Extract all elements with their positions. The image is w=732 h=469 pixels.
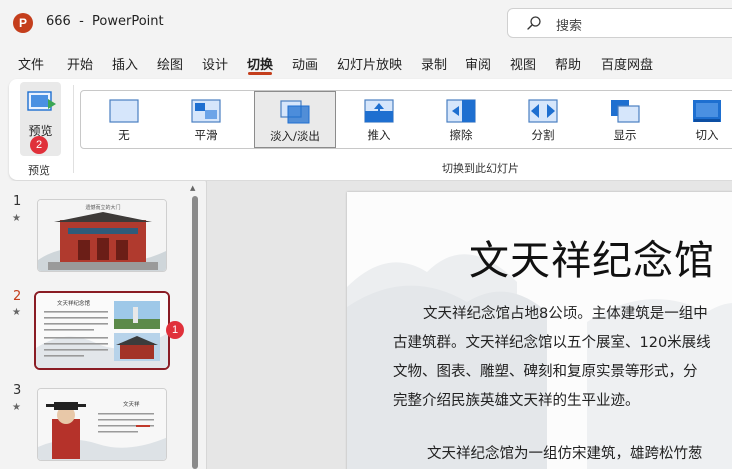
transition-reveal-icon [611,100,640,123]
transition-reveal[interactable]: 显示 [586,91,664,148]
preview-badge: 2 [30,136,48,154]
slide-2-comment-badge[interactable]: 1 [166,321,184,339]
powerpoint-logo-icon: P [13,13,33,33]
current-slide[interactable]: 文天祥纪念馆 文天祥纪念馆占地8公顷。主体建筑是一组中 古建筑群。文天祥纪念馆以… [347,192,732,469]
title-bar: P 666 - PowerPoint 搜索 [0,0,732,46]
slide-1-preview-image: 遗憾而立的大门 [38,200,166,271]
transition-fade-icon [280,100,310,124]
slide-number-2: 2 [13,289,22,304]
tab-insert[interactable]: 插入 [112,54,138,73]
transition-morph-icon [191,99,221,123]
tab-slideshow[interactable]: 幻灯片放映 [337,54,402,73]
slide-2-preview-image: 文天祥纪念馆 [36,293,168,368]
preview-icon [27,91,56,111]
search-placeholder: 搜索 [556,19,583,34]
tab-record[interactable]: 录制 [421,54,447,73]
slide-paragraph-line-5[interactable]: 文天祥纪念馆为一组仿宋建筑，雄跨松竹葱 [427,440,703,469]
preview-button[interactable]: 预览 2 [20,82,61,156]
slide-thumbnail-2[interactable]: 文天祥纪念馆 [34,291,170,370]
transition-wipe[interactable]: 擦除 [422,91,500,148]
transition-reveal-label: 显示 [613,128,637,142]
slide-paragraph-line-1[interactable]: 文天祥纪念馆占地8公顷。主体建筑是一组中 [423,300,708,329]
preview-group-label: 预览 [28,164,50,177]
tab-review[interactable]: 审阅 [465,54,491,73]
tab-animations[interactable]: 动画 [292,54,318,73]
search-box[interactable]: 搜索 [507,8,732,38]
tab-view[interactable]: 视图 [510,54,536,73]
transitions-group-label: 切换到此幻灯片 [442,162,519,175]
active-tab-indicator [248,72,272,75]
slide-paragraph-line-4[interactable]: 完整介绍民族英雄文天祥的生平业迹。 [393,387,640,416]
transition-split[interactable]: 分割 [504,91,582,148]
slide-number-1: 1 [13,194,22,209]
transition-push[interactable]: 推入 [340,91,418,148]
slide-paragraph-line-2[interactable]: 古建筑群。文天祥纪念馆以五个展室、120米展线 [393,329,711,358]
search-icon [527,16,541,30]
transition-push-icon [364,99,394,123]
transition-wipe-label: 擦除 [449,128,473,142]
slide-1-thumb-title: 遗憾而立的大门 [85,204,120,211]
transition-none[interactable]: 无 [85,91,163,148]
scroll-up-arrow-icon[interactable]: ▲ [190,184,195,192]
transition-wipe-icon [446,99,476,123]
transition-morph[interactable]: 平滑 [167,91,245,148]
ribbon-tabs: 文件 开始 插入 绘图 设计 切换 动画 幻灯片放映 录制 审阅 视图 帮助 百… [0,50,732,76]
slide-3-thumb-title: 文天祥 [123,400,140,408]
slide-paragraph-line-3[interactable]: 文物、图表、雕塑、碑刻和复原实景等形式，分 [393,358,698,387]
slide-number-3: 3 [13,383,22,398]
tab-draw[interactable]: 绘图 [157,54,183,73]
tab-file[interactable]: 文件 [18,54,44,73]
tab-home[interactable]: 开始 [67,54,93,73]
transition-none-icon [109,99,139,123]
tab-transitions[interactable]: 切换 [247,54,273,73]
slide-thumbnail-1[interactable]: 遗憾而立的大门 [37,199,167,272]
tab-help[interactable]: 帮助 [555,54,581,73]
transition-cut-icon [693,100,721,122]
slide-3-animation-star-icon: ★ [12,402,21,413]
transitions-gallery: 无 平滑 淡入/淡出 推入 擦除 分割 显示 切入 [80,90,732,149]
tab-baidu-netdisk[interactable]: 百度网盘 [601,54,653,73]
slide-3-preview-image: 文天祥 [38,389,166,460]
slides-panel-scrollbar[interactable] [192,196,198,469]
slide-2-animation-star-icon: ★ [12,307,21,318]
transition-push-label: 推入 [367,128,391,142]
slide-1-animation-star-icon: ★ [12,213,21,224]
group-separator [73,85,74,173]
transition-split-label: 分割 [531,128,555,142]
transition-cut[interactable]: 切入 [668,91,732,148]
slide-thumbnail-3[interactable]: 文天祥 [37,388,167,461]
slide-2-thumb-title: 文天祥纪念馆 [57,299,91,307]
transition-morph-label: 平滑 [194,128,218,142]
transition-none-label: 无 [118,128,130,142]
tab-design[interactable]: 设计 [202,54,228,73]
transition-fade-label: 淡入/淡出 [270,129,320,143]
transition-fade[interactable]: 淡入/淡出 [254,91,336,148]
transition-split-icon [528,99,558,123]
window-title: 666 - PowerPoint [46,14,164,29]
ribbon-panel: 预览 2 预览 无 平滑 淡入/淡出 推入 擦除 分割 显示 切入 切换到此幻灯… [9,79,732,180]
slide-title[interactable]: 文天祥纪念馆 [469,228,715,286]
transition-cut-label: 切入 [695,128,719,142]
